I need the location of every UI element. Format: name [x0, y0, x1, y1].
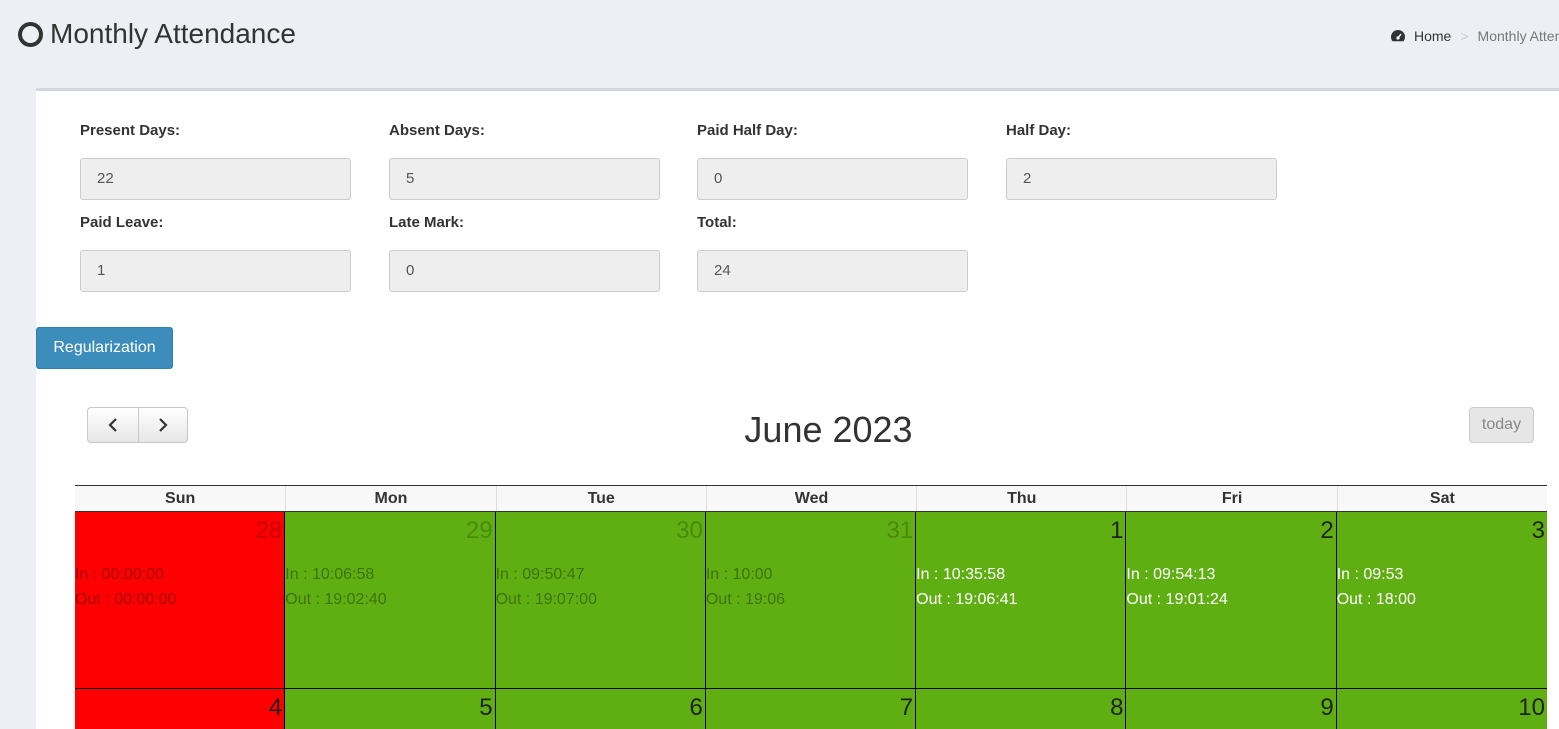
calendar-week: 28 In : 00:00:00 Out : 00:00:00 29 In : … — [75, 512, 1547, 689]
attendance-times: In : 00:00:00 Out : 00:00:00 — [75, 562, 176, 612]
out-time: Out : 19:06 — [705, 591, 786, 608]
attendance-times: In : 09:53 Out : 18:00 — [1337, 562, 1416, 612]
attendance-box: Present Days: 22 Absent Days: 5 Paid Hal… — [36, 88, 1559, 729]
paid-leave-label: Paid Leave: — [80, 214, 164, 231]
day-number: 3 — [1531, 517, 1545, 544]
attendance-times: In : 10:00 Out : 19:06 — [706, 562, 785, 612]
day-number: 10 — [1518, 694, 1545, 721]
half-day-input[interactable]: 2 — [1006, 158, 1277, 200]
attendance-times: In : 10:06:58 Out : 19:02:40 — [285, 562, 386, 612]
paid-leave-input[interactable]: 1 — [80, 250, 351, 292]
title-wrap: Monthly Attendance — [18, 18, 296, 50]
total-input[interactable]: 24 — [697, 250, 968, 292]
total-label: Total: — [697, 214, 737, 231]
weekday-mon: Mon — [285, 486, 495, 511]
out-time: Out : 19:07:00 — [495, 591, 597, 608]
next-month-button[interactable] — [137, 408, 188, 442]
weekday-sun: Sun — [165, 490, 196, 507]
paid-leave-field: Paid Leave: 1 — [80, 212, 351, 292]
paid-half-day-field: Paid Half Day: 0 — [697, 120, 968, 200]
circle-icon — [18, 21, 43, 47]
calendar-day[interactable]: 29 In : 10:06:58 Out : 19:02:40 — [285, 512, 496, 689]
out-time: Out : 19:02:40 — [285, 591, 387, 608]
half-day-field: Half Day: 2 — [1006, 120, 1277, 200]
total-field: Total: 24 — [697, 212, 968, 292]
day-number: 9 — [1320, 694, 1334, 721]
weekday-sat: Sat — [1336, 486, 1547, 511]
calendar-day[interactable]: 5 — [285, 689, 496, 729]
calendar-day[interactable]: 3 In : 09:53 Out : 18:00 — [1336, 512, 1547, 689]
weekday-thu: Thu — [916, 486, 1126, 511]
breadcrumb: Home > Monthly Attendance — [1390, 28, 1559, 44]
calendar-title: June 2023 — [744, 409, 913, 450]
breadcrumb-separator: > — [1460, 28, 1469, 44]
chevron-right-icon — [158, 418, 168, 432]
day-number: 31 — [886, 517, 914, 544]
out-time: Out : 19:06:41 — [916, 591, 1018, 608]
out-time: Out : 00:00:00 — [75, 591, 177, 608]
calendar-day[interactable]: 10 — [1336, 689, 1547, 729]
calendar-grid: Sun Mon Tue Wed Thu Fri Sat 28 In : 00:0… — [75, 485, 1547, 729]
weekday-tue: Tue — [495, 486, 706, 511]
calendar-day[interactable]: 4 — [75, 689, 286, 729]
calendar-day[interactable]: 31 In : 10:00 Out : 19:06 — [705, 512, 917, 689]
day-number: 8 — [1110, 694, 1124, 721]
calendar-day[interactable]: 7 — [705, 689, 917, 729]
day-number: 6 — [689, 694, 703, 721]
absent-days-input[interactable]: 5 — [389, 158, 660, 200]
attendance-times: In : 09:50:47 Out : 19:07:00 — [496, 562, 597, 612]
content-header: Monthly Attendance Home > Monthly Attend… — [0, 0, 1559, 88]
prev-month-button[interactable] — [88, 408, 138, 442]
present-days-label: Present Days: — [80, 122, 181, 139]
calendar-day[interactable]: 1 In : 10:35:58 Out : 19:06:41 — [916, 512, 1127, 689]
attendance-times: In : 09:54:13 Out : 19:01:24 — [1126, 562, 1227, 612]
today-button[interactable]: today — [1469, 407, 1534, 443]
calendar-day[interactable]: 2 In : 09:54:13 Out : 19:01:24 — [1126, 512, 1337, 689]
attendance-times: In : 10:35:58 Out : 19:06:41 — [916, 562, 1017, 612]
calendar-day[interactable]: 8 — [916, 689, 1127, 729]
paid-half-day-input[interactable]: 0 — [697, 158, 968, 200]
absent-days-label: Absent Days: — [389, 122, 485, 139]
day-number: 28 — [255, 517, 283, 544]
half-day-label: Half Day: — [1006, 122, 1072, 139]
day-number: 2 — [1320, 517, 1334, 544]
calendar-day[interactable]: 6 — [495, 689, 706, 729]
calendar-nav — [87, 407, 188, 443]
day-number: 29 — [465, 517, 493, 544]
calendar-day[interactable]: 9 — [1126, 689, 1337, 729]
out-time: Out : 18:00 — [1336, 591, 1416, 608]
present-days-field: Present Days: 22 — [80, 120, 351, 200]
page-title: Monthly Attendance — [50, 18, 296, 49]
day-number: 1 — [1110, 517, 1124, 544]
calendar-day[interactable]: 28 In : 00:00:00 Out : 00:00:00 — [75, 512, 286, 689]
present-days-input[interactable]: 22 — [80, 158, 351, 200]
in-time: In : 09:54:13 — [1126, 566, 1216, 583]
weekday-header: Sun Mon Tue Wed Thu Fri Sat — [75, 485, 1547, 512]
late-mark-input[interactable]: 0 — [389, 250, 660, 292]
day-number: 7 — [899, 694, 914, 721]
day-number: 4 — [268, 694, 283, 721]
in-time: In : 10:35:58 — [916, 566, 1006, 583]
regularization-button[interactable]: Regularization — [36, 327, 173, 369]
late-mark-field: Late Mark: 0 — [389, 212, 660, 292]
chevron-left-icon — [108, 418, 117, 432]
paid-half-day-label: Paid Half Day: — [697, 122, 798, 139]
dashboard-icon — [1391, 30, 1405, 42]
in-time: In : 10:06:58 — [285, 566, 375, 583]
in-time: In : 00:00:00 — [75, 566, 164, 583]
weekday-fri: Fri — [1126, 486, 1336, 511]
calendar-day[interactable]: 30 In : 09:50:47 Out : 19:07:00 — [495, 512, 706, 689]
in-time: In : 09:53 — [1336, 566, 1404, 583]
in-time: In : 09:50:47 — [495, 566, 585, 583]
day-number: 5 — [479, 694, 493, 721]
late-mark-label: Late Mark: — [389, 214, 465, 231]
in-time: In : 10:00 — [705, 566, 773, 583]
weekday-wed: Wed — [705, 486, 916, 511]
absent-days-field: Absent Days: 5 — [389, 120, 660, 200]
calendar-week: 4 5 6 7 8 9 10 — [75, 689, 1547, 729]
out-time: Out : 19:01:24 — [1126, 591, 1228, 608]
breadcrumb-current: Monthly Attendance — [1477, 28, 1559, 44]
day-number: 30 — [676, 517, 703, 544]
breadcrumb-home-link[interactable]: Home — [1414, 28, 1451, 44]
